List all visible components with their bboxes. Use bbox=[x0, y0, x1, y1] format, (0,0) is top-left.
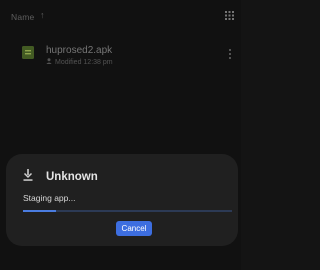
dialog-title: Unknown bbox=[46, 171, 98, 183]
progress-bar bbox=[23, 210, 232, 212]
download-icon bbox=[23, 168, 33, 181]
dialog-status: Staging app... bbox=[23, 193, 76, 203]
install-dialog: Unknown Staging app... Cancel bbox=[6, 154, 238, 246]
progress-fill bbox=[23, 210, 57, 212]
cancel-button[interactable]: Cancel bbox=[116, 221, 152, 236]
